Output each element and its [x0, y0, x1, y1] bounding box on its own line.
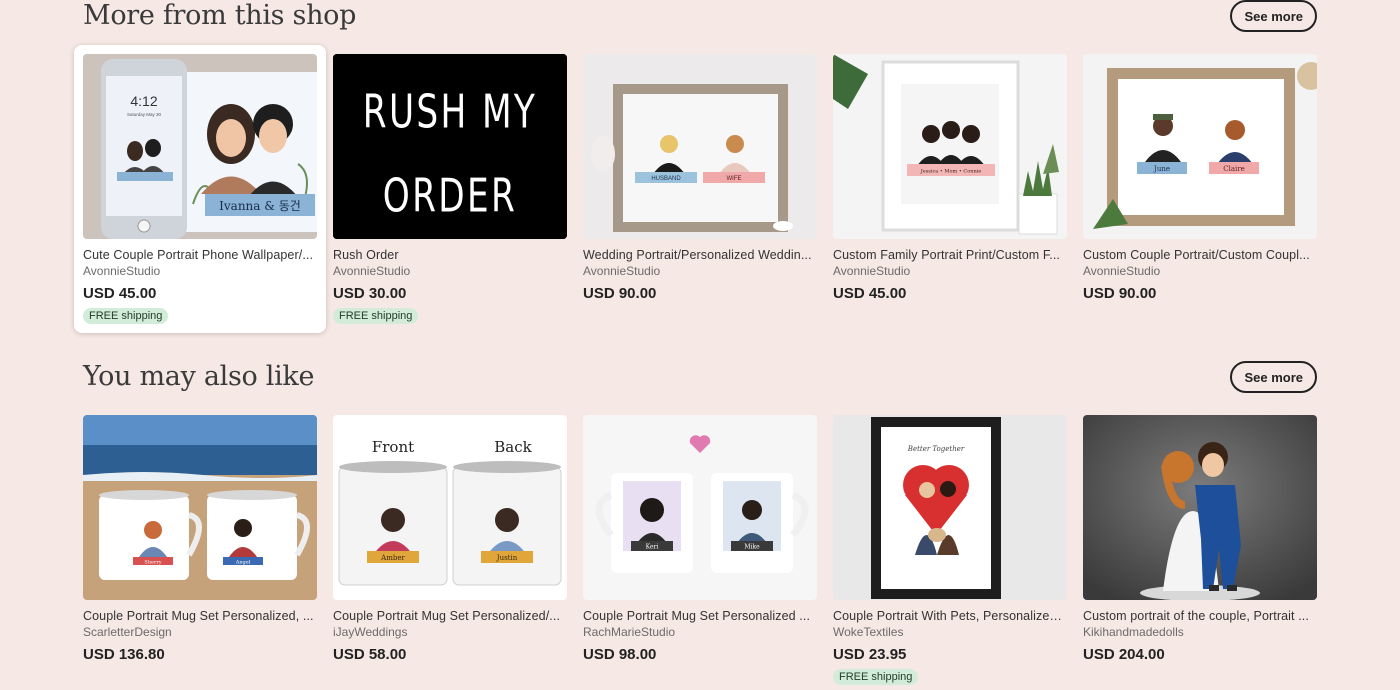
phone-date: Saturday May 30	[127, 112, 162, 117]
you-may-also-like-section: You may also like See more Sherry Angel …	[83, 361, 1317, 685]
shop-name[interactable]: AvonnieStudio	[833, 264, 1067, 278]
listing-image[interactable]	[1083, 415, 1317, 600]
label-left: Sherry	[144, 560, 161, 566]
listing-image[interactable]: Jessica • Mom • Connie	[833, 54, 1067, 239]
shop-name[interactable]: iJayWeddings	[333, 625, 567, 639]
label-right: Claire	[1223, 165, 1245, 173]
label-left: June	[1153, 165, 1170, 173]
listing-card[interactable]: Jessica • Mom • Connie Custom Family Por…	[833, 54, 1067, 324]
shop-name[interactable]: AvonnieStudio	[583, 264, 817, 278]
rush-line-1: RUSH MY	[363, 84, 537, 138]
listing-card[interactable]: RUSH MY ORDER Rush Order AvonnieStudio U…	[333, 54, 567, 324]
free-shipping-badge: FREE shipping	[333, 308, 419, 324]
listing-price: USD 45.00	[833, 285, 907, 302]
listing-image[interactable]: Keri Mike	[583, 415, 817, 600]
listing-title[interactable]: Wedding Portrait/Personalized Weddin...	[583, 248, 817, 262]
listing-title[interactable]: Rush Order	[333, 248, 567, 262]
floral-mugs-illustration: Keri Mike	[583, 415, 817, 600]
free-shipping-badge: FREE shipping	[83, 308, 169, 324]
shop-name[interactable]: AvonnieStudio	[83, 264, 317, 278]
listing-title[interactable]: Custom portrait of the couple, Portrait …	[1083, 609, 1317, 623]
listing-image[interactable]: Front Back Amber Justin	[333, 415, 567, 600]
front-back-mugs-illustration: Front Back Amber Justin	[333, 415, 567, 600]
label-left: Keri	[646, 544, 659, 551]
listing-title[interactable]: Custom Family Portrait Print/Custom F...	[833, 248, 1067, 262]
banner-text: Jessica • Mom • Connie	[920, 169, 981, 175]
phone-time: 4:12	[130, 93, 157, 109]
listing-card[interactable]: Front Back Amber Justin Couple Portrait …	[333, 415, 567, 685]
listing-price: USD 58.00	[333, 646, 407, 663]
listing-title[interactable]: Couple Portrait Mug Set Personalized/...	[333, 609, 567, 623]
listing-title[interactable]: Custom Couple Portrait/Custom Coupl...	[1083, 248, 1317, 262]
listing-grid: Sherry Angel Couple Portrait Mug Set Per…	[83, 415, 1317, 685]
listing-card[interactable]: HUSBAND WIFE Wedding Portrait/Personaliz…	[583, 54, 817, 324]
listing-image[interactable]: Sherry Angel	[83, 415, 317, 600]
listing-price: USD 90.00	[1083, 285, 1157, 302]
listing-title[interactable]: Couple Portrait Mug Set Personalized ...	[583, 609, 817, 623]
listing-image[interactable]: Ivanna & 동건 4:12 Saturday May 30	[83, 54, 317, 239]
listing-price: USD 23.95	[833, 646, 907, 663]
section-title: More from this shop	[83, 0, 357, 31]
shop-name[interactable]: AvonnieStudio	[333, 264, 567, 278]
label-right: Justin	[496, 554, 518, 562]
listing-card[interactable]: Ivanna & 동건 4:12 Saturday May 30 Cute Co…	[74, 45, 326, 333]
family-portrait-illustration: Jessica • Mom • Connie	[833, 54, 1067, 239]
listing-price: USD 30.00	[333, 285, 407, 302]
section-header: You may also like See more	[83, 361, 1317, 401]
listing-card[interactable]: Better Together Couple Portrait With Pet…	[833, 415, 1067, 685]
shop-name[interactable]: Kikihandmadedolls	[1083, 625, 1317, 639]
listing-card[interactable]: Sherry Angel Couple Portrait Mug Set Per…	[83, 415, 317, 685]
listing-price: USD 90.00	[583, 285, 657, 302]
phone-wallpaper-illustration: Ivanna & 동건 4:12 Saturday May 30	[83, 54, 317, 239]
shop-name[interactable]: AvonnieStudio	[1083, 264, 1317, 278]
rush-line-2: ORDER	[383, 168, 517, 222]
section-header: More from this shop See more	[83, 0, 1317, 40]
front-label: Front	[372, 438, 414, 456]
listing-title[interactable]: Cute Couple Portrait Phone Wallpaper/...	[83, 248, 317, 262]
listing-price: USD 98.00	[583, 646, 657, 663]
section-title: You may also like	[83, 361, 315, 392]
label-left: HUSBAND	[651, 176, 681, 182]
listing-price: USD 204.00	[1083, 646, 1165, 663]
listing-image[interactable]: June Claire	[1083, 54, 1317, 239]
more-from-shop-section: More from this shop See more Ivanna & 동건…	[74, 0, 1317, 333]
print-heading: Better Together	[907, 445, 965, 453]
listing-image[interactable]: RUSH MY ORDER	[333, 54, 567, 239]
see-more-button[interactable]: See more	[1230, 361, 1317, 393]
listing-card[interactable]: Custom portrait of the couple, Portrait …	[1083, 415, 1317, 685]
label-right: Angel	[235, 560, 251, 566]
label-right: Mike	[744, 544, 760, 551]
listing-grid: Ivanna & 동건 4:12 Saturday May 30 Cute Co…	[74, 45, 1317, 333]
shop-name[interactable]: RachMarieStudio	[583, 625, 817, 639]
listing-card[interactable]: Keri Mike Couple Portrait Mug Set Person…	[583, 415, 817, 685]
listing-title[interactable]: Couple Portrait Mug Set Personalized, ..…	[83, 609, 317, 623]
wedding-portrait-illustration: HUSBAND WIFE	[583, 54, 817, 239]
pets-portrait-illustration: Better Together	[833, 415, 1067, 600]
listing-price: USD 136.80	[83, 646, 165, 663]
listing-price: USD 45.00	[83, 285, 157, 302]
shop-name[interactable]: ScarletterDesign	[83, 625, 317, 639]
listing-image[interactable]: Better Together	[833, 415, 1067, 600]
label-right: WIFE	[727, 176, 742, 182]
label-left: Amber	[380, 554, 405, 562]
listing-card[interactable]: June Claire Custom Couple Portrait/Custo…	[1083, 54, 1317, 324]
free-shipping-badge: FREE shipping	[833, 669, 919, 685]
back-label: Back	[494, 438, 532, 456]
banner-text: Ivanna & 동건	[219, 199, 301, 213]
shop-name[interactable]: WokeTextiles	[833, 625, 1067, 639]
rush-order-illustration: RUSH MY ORDER	[333, 54, 567, 239]
beach-mugs-illustration: Sherry Angel	[83, 415, 317, 600]
couple-doll-illustration	[1083, 415, 1317, 600]
couple-portrait-illustration: June Claire	[1083, 54, 1317, 239]
listing-title[interactable]: Couple Portrait With Pets, Personalized.…	[833, 609, 1067, 623]
see-more-button[interactable]: See more	[1230, 0, 1317, 32]
listing-image[interactable]: HUSBAND WIFE	[583, 54, 817, 239]
